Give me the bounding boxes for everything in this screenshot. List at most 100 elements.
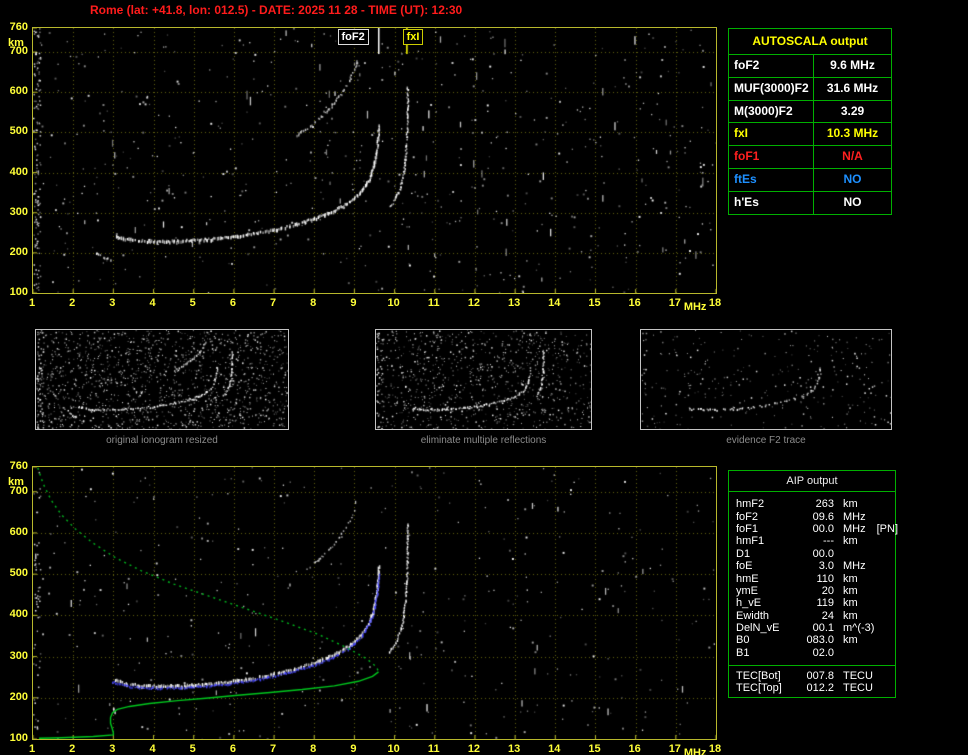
aip-row: Ewidth 24 km [729,610,895,622]
aip-row-unit: MHz [843,522,866,535]
thumbnail-evidence-f2: evidence F2 trace [640,329,892,446]
autoscala-window: Rome (lat: +41.8, lon: 012.5) - DATE: 20… [0,0,968,755]
autoscala-row-value: N/A [813,146,891,168]
x-tick-label: 17 [668,297,681,309]
autoscala-row-value: NO [813,168,891,191]
aip-row-unit: km [843,609,858,622]
aip-row: DelN_vE 00.1 m^(-3) [729,622,895,634]
aip-row: hmF1 --- km [729,535,895,547]
aip-row: D1 00.0 [729,548,895,560]
x-tick-label: 7 [269,743,277,755]
fof2-marker-label: foF2 [337,29,369,45]
aip-row-unit: m^(-3) [843,622,875,635]
aip-row-value: 00.0 [812,522,834,535]
thumbnail-original-ionogram: original ionogram resized [35,329,289,446]
aip-row-value: 007.8 [806,669,834,682]
aip-row-value: 02.0 [812,646,834,659]
x-tick-label: 2 [69,297,76,309]
x-tick-label: 11 [427,743,440,755]
aip-row-unit: MHz [843,510,866,523]
x-tick-label: 12 [467,297,481,309]
x-tick-label: 11 [427,297,440,309]
x-tick-label: 1 [28,297,36,309]
y-tick-label: 200 [9,245,28,258]
aip-row-value: --- [823,535,834,548]
x-tick-label: 15 [588,297,601,309]
autoscala-row-value: 10.3 MHz [813,123,891,146]
x-tick-label: 18 [708,297,722,309]
x-tick-label: 7 [269,297,277,309]
thumbnail-eliminate-reflections: eliminate multiple reflections [375,329,592,446]
autoscala-row-label: M(3000)F2 [734,103,793,118]
aip-row-unit: km [843,634,858,647]
page-title: Rome (lat: +41.8, lon: 012.5) - DATE: 20… [90,3,463,17]
aip-row-label: DelN_vE [736,622,780,635]
autoscala-row: h'Es NO [729,191,891,214]
x-tick-label: 13 [507,743,521,755]
autoscala-row-label: fxI [734,126,749,141]
aip-row-unit: TECU [843,682,873,695]
aip-row-value: 24 [821,609,834,622]
autoscala-row-label: foF1 [734,149,760,164]
autoscala-table-rows: foF2 9.6 MHz MUF(3000)F2 31.6 MHz M(3000)F2 3… [729,55,891,214]
aip-row-value: 00.1 [812,622,834,635]
thumbnail-caption-evidence: evidence F2 trace [726,435,806,446]
x-tick-label: 9 [350,743,357,755]
aip-row-label: foE [736,560,753,573]
y-tick-label: 600 [9,525,28,538]
x-tick-label: 16 [628,297,641,309]
aip-row-label: foF1 [736,522,759,535]
y-tick-label: 600 [9,85,28,98]
x-tick-label: 14 [548,743,561,755]
top-ionogram-plot [32,27,717,294]
aip-row: foF1 00.0 MHz [PN] [729,522,898,535]
aip-row-label: hmF2 [736,498,765,511]
y-tick-label: 500 [9,125,28,138]
x-axis-unit-label: MHz [683,301,707,313]
aip-row-value: 09.6 [812,510,834,523]
aip-row-value: 119 [816,597,834,610]
aip-row: B1 02.0 [729,647,895,659]
y-tick-label: 760 [9,460,28,472]
autoscala-row-value: 31.6 MHz [813,77,891,100]
aip-row-label: Ewidth [736,609,770,622]
aip-row-value: 20 [821,584,834,597]
aip-row: foF2 09.6 MHz [729,510,895,523]
aip-row: hmE 110 km [729,572,895,585]
y-axis-unit-label: km [8,37,24,49]
autoscala-row-label: foF2 [734,58,760,72]
x-tick-label: 3 [109,297,116,309]
aip-output-table: AIP output hmF2 263 km foF2 09.6 MHz foF1 00.0 M… [728,470,898,699]
aip-row-value: 00.0 [812,547,834,560]
aip-row-unit: TECU [843,669,873,682]
x-tick-label: 4 [149,743,156,755]
aip-row-unit: km [843,572,858,585]
aip-row-unit: km [843,584,858,597]
aip-row-value: 083.0 [806,634,834,647]
autoscala-row: foF1 N/A [729,146,891,169]
autoscala-table-title: AUTOSCALA output [729,29,891,55]
fxi-marker-label: fxI [402,29,424,45]
y-tick-label: 300 [9,205,28,218]
aip-row: h_vE 119 km [729,597,895,609]
aip-row-unit: km [843,498,858,511]
aip-row: foE 3.0 MHz [729,560,895,572]
x-axis-unit-label: MHz [683,747,707,755]
x-tick-label: 14 [548,297,561,309]
autoscala-row-value: 9.6 MHz [813,55,891,77]
bottom-ionogram-plot [32,466,717,740]
autoscala-row-label: h'Es [734,194,759,209]
x-tick-label: 18 [708,743,722,755]
y-tick-label: 300 [9,649,28,662]
aip-row-value: 012.2 [806,682,834,695]
aip-row: B0 083.0 km [729,634,895,646]
x-tick-label: 8 [310,743,317,755]
aip-row-label: hmF1 [736,535,765,548]
y-tick-label: 400 [9,608,28,621]
autoscala-row-value: NO [813,191,891,214]
aip-row: ymE 20 km [729,585,895,597]
autoscala-row: fxI 10.3 MHz [729,123,891,147]
aip-row-unit: km [843,597,858,610]
x-tick-label: 13 [507,297,521,309]
thumbnail-caption-eliminate: eliminate multiple reflections [420,435,547,446]
